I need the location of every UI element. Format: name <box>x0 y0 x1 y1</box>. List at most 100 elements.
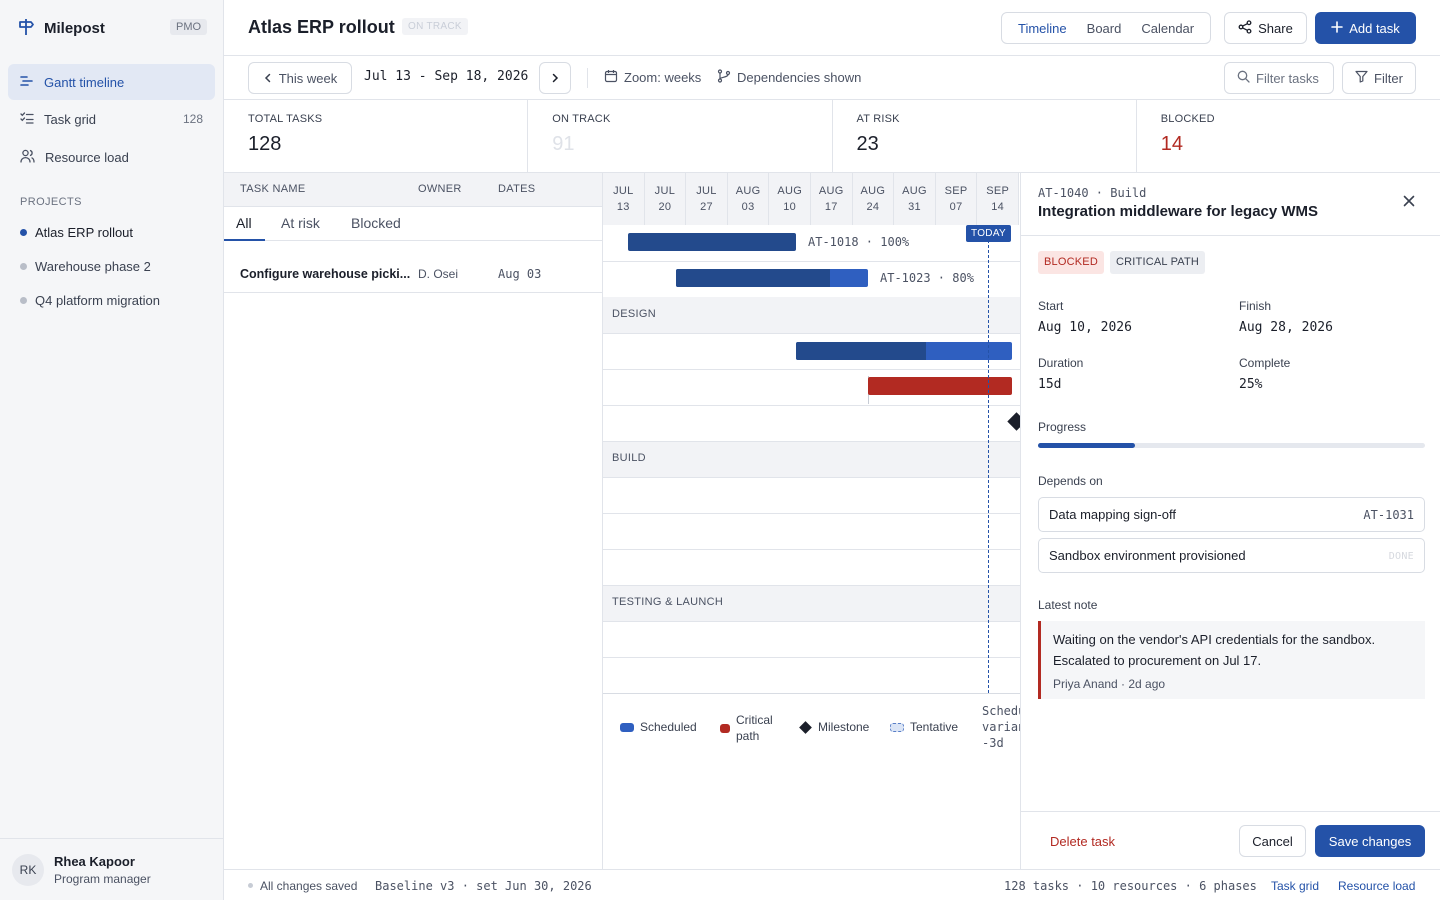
brand[interactable]: Milepost <box>16 16 105 40</box>
legend-scheduled: Scheduled <box>620 720 697 734</box>
milestone-diamond[interactable] <box>1007 412 1020 431</box>
projects-heading: PROJECTS <box>20 196 82 208</box>
add-task-button[interactable]: Add task <box>1315 12 1416 44</box>
cancel-button[interactable]: Cancel <box>1239 825 1306 857</box>
filter-button[interactable]: Filter <box>1342 62 1416 94</box>
status-badge: BLOCKED <box>1038 251 1104 274</box>
share-icon <box>1238 19 1252 37</box>
dependencies-toggle[interactable]: Dependencies shown <box>717 69 861 86</box>
depends-on-label: Depends on <box>1038 474 1103 488</box>
tab-blocked[interactable]: Blocked <box>351 215 401 231</box>
week-day: 31 <box>908 201 921 213</box>
gantt-bar-design-1[interactable] <box>796 342 1012 360</box>
dependency-name: Data mapping sign-off <box>1049 507 1176 522</box>
this-week-button[interactable]: This week <box>248 62 352 94</box>
share-button[interactable]: Share <box>1224 12 1307 44</box>
gantt-chart: JUL 13 JUL 20 JUL 27 AUG 03 AUG 10 AUG 17 AUG 24 AUG 31… <box>603 173 1020 869</box>
phase-label: DESIGN <box>612 308 656 320</box>
week-month: AUG <box>860 185 886 197</box>
nav-task-grid[interactable]: Task grid 128 <box>8 101 215 137</box>
nav-label: Task grid <box>44 111 97 127</box>
week-day: 24 <box>866 201 880 213</box>
delete-task-button[interactable]: Delete task <box>1038 825 1148 857</box>
task-name: Configure warehouse picki... <box>240 267 411 281</box>
nav-label: Gantt timeline <box>44 74 125 90</box>
view-timeline[interactable]: Timeline <box>1008 21 1077 36</box>
column-dates[interactable]: DATES <box>498 183 535 195</box>
chevron-right-icon <box>550 71 560 86</box>
table-row[interactable]: Configure warehouse picki... D. Osei Aug… <box>224 257 602 293</box>
gantt-legend: Scheduled Critical path Milestone Tentat… <box>603 693 1020 759</box>
legend-label: Milestone <box>818 720 870 734</box>
week-month: JUL <box>654 185 676 197</box>
task-detail-panel: AT-1040 · Build Integration middleware f… <box>1020 173 1440 869</box>
dependency-item[interactable]: Sandbox environment provisioned DONE <box>1038 538 1425 573</box>
critical-path-badge: CRITICAL PATH <box>1110 251 1206 274</box>
project-atlas-erp-rollout[interactable]: Atlas ERP rollout <box>20 225 133 240</box>
zoom-label: Zoom: weeks <box>624 70 702 85</box>
view-calendar[interactable]: Calendar <box>1131 21 1204 36</box>
stat-value: 91 <box>552 133 575 155</box>
row-divider <box>603 261 1020 262</box>
row-divider <box>603 657 1020 658</box>
week-column-header: JUL 20 <box>644 173 687 225</box>
save-changes-button[interactable]: Save changes <box>1315 825 1425 857</box>
week-column-header: SEP 14 <box>977 173 1019 225</box>
row-divider <box>603 549 1020 550</box>
project-q4-platform-migration[interactable]: Q4 platform migration <box>20 293 160 308</box>
bar-label: AT-1023 · 80% <box>880 271 974 285</box>
variance-line: -3d <box>982 736 1004 750</box>
nav-resource-load[interactable]: Resource load <box>8 139 215 175</box>
tab-at-risk[interactable]: At risk <box>281 215 320 231</box>
avatar: RK <box>12 853 44 886</box>
week-day: 27 <box>700 201 713 213</box>
progress-bar <box>1038 443 1425 448</box>
page-title: Atlas ERP rollout <box>248 17 395 37</box>
filter-tasks-input[interactable]: Filter tasks <box>1224 62 1334 94</box>
gantt-bar-at-1023[interactable] <box>676 269 868 287</box>
chevron-left-icon <box>263 71 273 86</box>
latest-note-label: Latest note <box>1038 598 1098 612</box>
week-column-header: AUG 10 <box>769 173 811 225</box>
phase-row-testing-launch: TESTING & LAUNCH <box>603 585 1020 621</box>
task-filter-tabs: All At risk Blocked <box>224 207 602 241</box>
user-name: Rhea Kapoor <box>54 853 135 869</box>
user-profile[interactable]: RK Rhea Kapoor Program manager <box>0 838 223 900</box>
nav-gantt-timeline[interactable]: Gantt timeline <box>8 64 215 100</box>
note-text: Waiting on the vendor's API credentials … <box>1053 632 1376 668</box>
complete-field[interactable]: 25% <box>1239 377 1262 392</box>
next-range-button[interactable] <box>539 62 571 94</box>
stat-label: ON TRACK <box>552 113 611 125</box>
start-field[interactable]: Aug 10, 2026 <box>1038 320 1132 335</box>
this-week-label: This week <box>278 70 338 86</box>
close-icon <box>1399 195 1419 214</box>
stat-blocked: BLOCKED 14 <box>1137 100 1440 172</box>
tab-all[interactable]: All <box>236 215 252 231</box>
dependency-item[interactable]: Data mapping sign-off AT-1031 <box>1038 497 1425 532</box>
row-divider <box>603 333 1020 334</box>
legend-label: Tentative <box>910 720 959 734</box>
bar-label: AT-1018 · 100% <box>808 235 910 249</box>
checklist-icon <box>20 111 34 128</box>
stat-value: 14 <box>1160 133 1183 155</box>
workspace-badge: PMO <box>170 19 208 35</box>
divider <box>1021 235 1440 236</box>
finish-field[interactable]: Aug 28, 2026 <box>1239 320 1333 335</box>
gantt-bar-at-1018[interactable] <box>628 233 796 251</box>
zoom-control[interactable]: Zoom: weeks <box>604 69 701 86</box>
funnel-icon <box>1355 70 1368 86</box>
gantt-bar-critical[interactable] <box>868 377 1012 395</box>
footer-link-task-grid[interactable]: Task grid <box>1271 879 1319 893</box>
task-list: TASK NAME OWNER DATES All At risk Blocke… <box>224 173 603 869</box>
close-button[interactable] <box>1399 191 1419 211</box>
project-warehouse-phase-2[interactable]: Warehouse phase 2 <box>20 259 151 274</box>
footer-link-resource-load[interactable]: Resource load <box>1338 879 1415 893</box>
legend-tentative: Tentative <box>890 720 958 734</box>
column-task-name[interactable]: TASK NAME <box>240 183 305 195</box>
duration-field[interactable]: 15d <box>1038 377 1061 392</box>
view-board[interactable]: Board <box>1077 21 1132 36</box>
column-owner[interactable]: OWNER <box>418 183 462 195</box>
start-label: Start <box>1038 299 1064 313</box>
gantt-icon <box>20 74 34 91</box>
stat-label: AT RISK <box>856 113 900 125</box>
